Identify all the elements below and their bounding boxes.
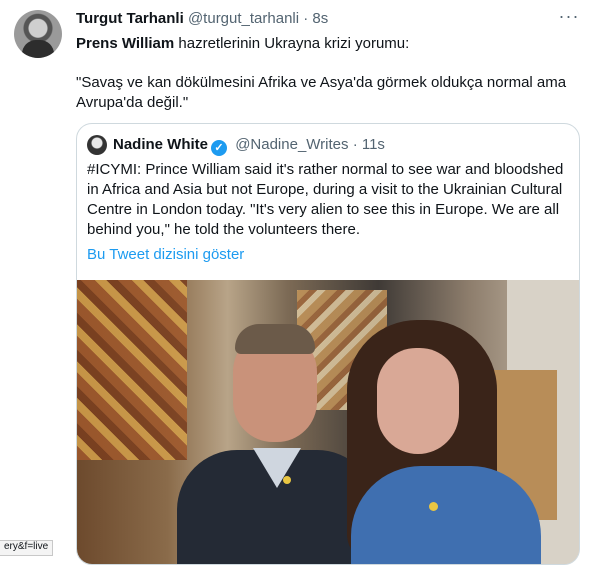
header-separator: · bbox=[303, 10, 309, 27]
status-bar-url: ery&f=live bbox=[0, 540, 54, 556]
more-options-icon[interactable]: ··· bbox=[558, 7, 580, 30]
verified-badge-icon: ✓ bbox=[211, 140, 228, 156]
photo-woman-face bbox=[377, 348, 459, 454]
quoted-author-avatar bbox=[87, 135, 107, 155]
quoted-separator: · bbox=[352, 136, 358, 153]
tweet-photo[interactable] bbox=[77, 280, 579, 564]
quoted-tweet-header: Nadine White ✓ @Nadine_Writes · 11s bbox=[113, 136, 385, 156]
quoted-tweet-text: #ICYMI: Prince William said it's rather … bbox=[87, 161, 564, 238]
tweet-timestamp[interactable]: 8s bbox=[312, 10, 328, 27]
photo-wall-art-left bbox=[77, 280, 187, 460]
author-name[interactable]: Turgut Tarhanli bbox=[76, 10, 184, 27]
tweet-text-bold: Prens William bbox=[76, 35, 175, 52]
tweet-header: Turgut Tarhanli @turgut_tarhanli · 8s bbox=[76, 10, 328, 28]
quoted-author-handle: @Nadine_Writes bbox=[235, 136, 349, 153]
tweet-quote-text: "Savaş ve kan dökülmesini Afrika ve Asya… bbox=[76, 74, 567, 111]
photo-pin-woman bbox=[429, 502, 438, 511]
tweet-text-rest: hazretlerinin Ukrayna krizi yorumu: bbox=[174, 35, 410, 52]
quoted-author-name: Nadine White bbox=[113, 136, 209, 153]
quoted-timestamp: 11s bbox=[361, 136, 385, 153]
photo-pin-man bbox=[283, 476, 291, 484]
photo-woman-body bbox=[351, 466, 541, 564]
author-avatar[interactable] bbox=[14, 10, 62, 58]
photo-man-hair bbox=[235, 324, 315, 354]
tweet-text-line: Prens William hazretlerinin Ukrayna kriz… bbox=[76, 34, 409, 54]
quoted-tweet-card[interactable]: Nadine White ✓ @Nadine_Writes · 11s #ICYM… bbox=[76, 123, 580, 565]
author-handle[interactable]: @turgut_tarhanli bbox=[188, 10, 299, 27]
tweet[interactable]: Turgut Tarhanli @turgut_tarhanli · 8s ··… bbox=[0, 0, 590, 565]
show-thread-link[interactable]: Bu Tweet dizisini göster bbox=[87, 245, 244, 265]
